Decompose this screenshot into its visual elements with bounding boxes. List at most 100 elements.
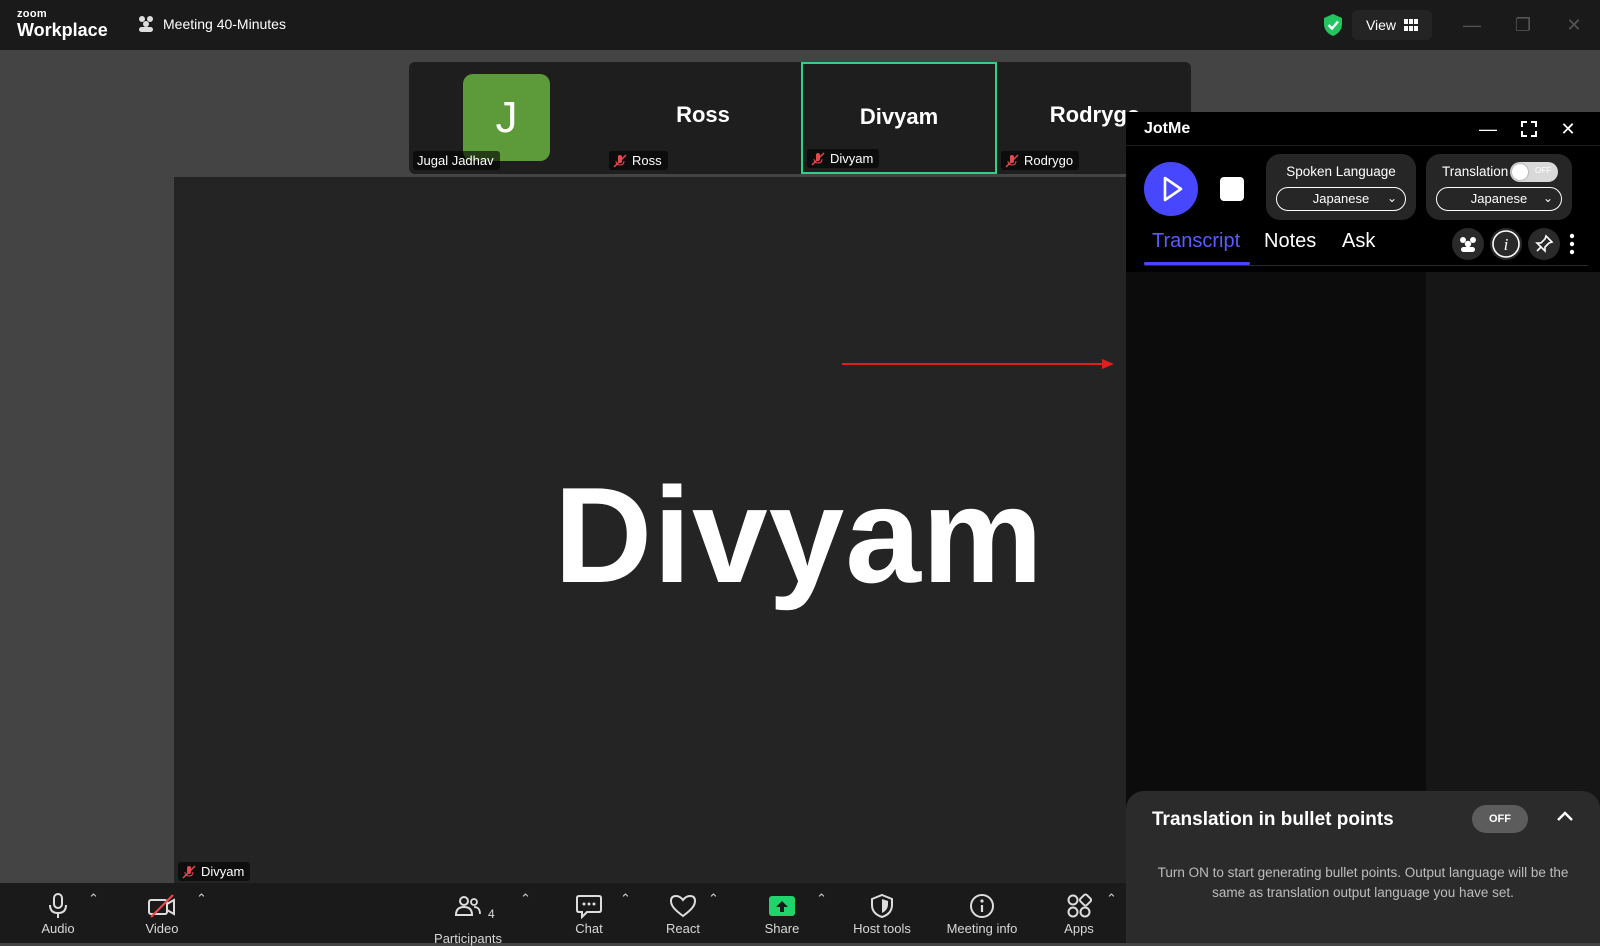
video-button[interactable]: Video (134, 883, 190, 943)
tab-notes[interactable]: Notes (1264, 230, 1316, 253)
play-icon (1163, 176, 1183, 202)
translation-toggle[interactable]: OFF (1510, 162, 1558, 182)
host-tools-shield-icon (871, 893, 893, 919)
participant-display-name: Divyam (859, 104, 939, 129)
react-label: React (666, 921, 700, 936)
participants-options-chevron-icon[interactable]: ⌃ (520, 891, 531, 907)
logo-small-text: zoom (17, 8, 47, 20)
tabs-divider (1144, 265, 1588, 266)
pin-icon[interactable] (1528, 228, 1560, 260)
participant-name-tag: Rodrygo (1001, 151, 1080, 170)
translation-language-select[interactable]: Japanese ⌄ (1436, 187, 1562, 211)
chat-bubble-icon (576, 895, 602, 919)
share-screen-icon (769, 896, 795, 916)
zoom-logo: zoom Workplace (17, 8, 108, 40)
microphone-icon (49, 893, 67, 918)
spoken-language-value: Japanese (1312, 191, 1370, 206)
spoken-language-box: Spoken Language Japanese ⌄ (1266, 154, 1416, 220)
bullet-points-title: Translation in bullet points (1152, 809, 1394, 830)
audio-options-chevron-icon[interactable]: ⌃ (88, 891, 99, 907)
chat-options-chevron-icon[interactable]: ⌃ (620, 891, 631, 907)
participant-display-name: Ross (676, 102, 730, 127)
host-tools-button[interactable]: Host tools (846, 883, 918, 943)
spoken-language-label: Spoken Language (1286, 164, 1396, 179)
jotme-header: JotMe — ✕ (1126, 112, 1600, 146)
close-window-icon[interactable]: ✕ (1563, 14, 1585, 36)
participants-button[interactable]: 4 Participants (426, 883, 510, 946)
info-circle-icon[interactable]: i (1490, 228, 1522, 260)
thumbnail-jugal-jadhav[interactable]: J Jugal Jadhav (409, 62, 605, 174)
spoken-language-select[interactable]: Japanese ⌄ (1276, 187, 1406, 211)
participants-icon (454, 896, 481, 916)
participant-name: Ross (632, 153, 662, 168)
jotme-title: JotMe (1144, 120, 1191, 137)
title-bar: zoom Workplace Meeting 40-Minutes View —… (0, 0, 1600, 50)
minimize-window-icon[interactable]: — (1461, 14, 1483, 36)
tab-transcript[interactable]: Transcript (1152, 230, 1240, 253)
active-speaker-video[interactable]: Divyam Divyam (174, 177, 1192, 883)
logo-big-text: Workplace (17, 20, 108, 40)
meeting-info-button[interactable]: Meeting info (940, 883, 1024, 943)
react-button[interactable]: React (660, 883, 706, 943)
info-icon (970, 894, 994, 918)
security-shield-icon[interactable] (1322, 13, 1344, 37)
video-label: Video (145, 921, 179, 936)
bullet-points-toggle[interactable]: OFF (1472, 805, 1528, 833)
audio-button[interactable]: Audio (30, 883, 86, 943)
react-options-chevron-icon[interactable]: ⌃ (708, 891, 719, 907)
apps-button[interactable]: Apps (1056, 883, 1102, 943)
jotme-minimize-icon[interactable]: — (1477, 118, 1499, 140)
stop-recording-button[interactable] (1220, 177, 1244, 201)
chevron-down-icon: ⌄ (1386, 191, 1397, 205)
restore-window-icon[interactable]: ❐ (1512, 14, 1534, 36)
svg-text:i: i (1504, 235, 1509, 254)
mic-muted-icon (182, 864, 196, 879)
participant-name: Jugal Jadhav (417, 153, 494, 168)
chevron-up-icon[interactable] (1554, 805, 1576, 827)
apps-label: Apps (1064, 921, 1094, 936)
chat-label: Chat (575, 921, 603, 936)
chevron-down-icon: ⌄ (1542, 191, 1553, 205)
view-button[interactable]: View (1352, 10, 1432, 40)
view-label: View (1365, 17, 1397, 33)
more-options-icon[interactable] (1566, 230, 1578, 258)
bullet-points-card: Translation in bullet points OFF Turn ON… (1126, 791, 1600, 943)
translation-language-value: Japanese (1470, 191, 1528, 206)
meeting-people-icon (139, 16, 153, 32)
apps-options-chevron-icon[interactable]: ⌃ (1106, 891, 1117, 907)
active-speaker-tag: Divyam (178, 862, 251, 881)
start-recording-button[interactable] (1144, 162, 1198, 216)
jotme-fullscreen-icon[interactable] (1518, 118, 1540, 140)
share-label: Share (764, 921, 800, 936)
avatar: J (463, 74, 550, 161)
apps-icon (1067, 893, 1092, 918)
video-off-icon (148, 894, 175, 918)
participants-label: Participants (434, 931, 502, 946)
thumbnail-divyam-active-speaker[interactable]: Divyam Divyam (801, 62, 997, 174)
red-arrow-annotation (842, 359, 1114, 369)
participants-count: 4 (488, 907, 495, 921)
meeting-title[interactable]: Meeting 40-Minutes (163, 16, 286, 32)
participant-name-tag: Ross (609, 151, 668, 170)
active-speaker-name: Divyam (554, 459, 1044, 611)
active-speaker-tag-name: Divyam (201, 864, 245, 879)
video-options-chevron-icon[interactable]: ⌃ (196, 891, 207, 907)
bullet-points-description: Turn ON to start generating bullet point… (1157, 865, 1569, 900)
heart-icon (669, 894, 697, 918)
participant-name-tag: Divyam (807, 149, 880, 168)
chat-button[interactable]: Chat (566, 883, 612, 943)
participant-name: Rodrygo (1024, 153, 1074, 168)
toggle-knob (1512, 164, 1528, 180)
mic-muted-icon (1005, 153, 1019, 168)
share-button[interactable]: Share (758, 883, 806, 943)
jotme-close-icon[interactable]: ✕ (1557, 118, 1579, 140)
grid-icon (1404, 19, 1419, 31)
translation-toggle-state: OFF (1535, 166, 1551, 175)
share-options-chevron-icon[interactable]: ⌃ (816, 891, 827, 907)
participant-thumbnail-strip: J Jugal Jadhav Ross Ross Divyam Divyam R… (409, 62, 1191, 174)
tab-ask[interactable]: Ask (1342, 230, 1375, 253)
mic-muted-icon (613, 153, 627, 168)
thumbnail-ross[interactable]: Ross Ross (605, 62, 801, 174)
participant-name-tag: Jugal Jadhav (413, 151, 500, 170)
speakers-group-icon[interactable] (1452, 228, 1484, 260)
